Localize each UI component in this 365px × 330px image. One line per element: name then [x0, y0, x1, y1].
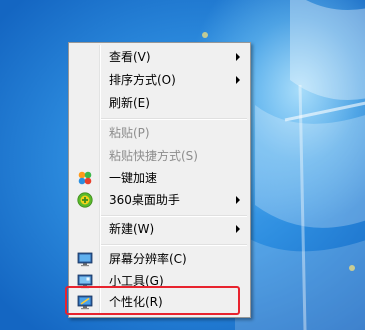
menu-separator [101, 244, 247, 246]
360-desktop-icon [77, 192, 93, 208]
menu-item-speedup[interactable]: 一键加速 [71, 167, 248, 189]
menu-item-label: 一键加速 [109, 171, 158, 185]
menu-item-label: 360桌面助手 [109, 193, 180, 207]
desktop-context-menu: 查看(V) 排序方式(O) 刷新(E) 粘贴(P) 粘贴快捷方式(S) 一键加速… [68, 42, 251, 318]
menu-item-new[interactable]: 新建(W) [71, 218, 248, 240]
speedup-icon [78, 171, 92, 185]
menu-item-label: 粘贴(P) [109, 126, 150, 140]
menu-item-label: 粘贴快捷方式(S) [109, 149, 198, 163]
menu-item-refresh[interactable]: 刷新(E) [71, 92, 248, 114]
menu-separator [101, 118, 247, 120]
menu-item-360-desktop[interactable]: 360桌面助手 [71, 189, 248, 211]
menu-separator [101, 215, 247, 217]
menu-item-view[interactable]: 查看(V) [71, 46, 248, 68]
submenu-arrow-icon [236, 76, 240, 84]
menu-item-paste[interactable]: 粘贴(P) [71, 122, 248, 144]
menu-item-label: 屏幕分辨率(C) [109, 252, 187, 266]
submenu-arrow-icon [236, 225, 240, 233]
highlight-box [65, 286, 240, 315]
menu-item-label: 查看(V) [109, 50, 151, 64]
menu-item-paste-shortcut[interactable]: 粘贴快捷方式(S) [71, 145, 248, 167]
screen-resolution-icon [77, 252, 93, 267]
submenu-arrow-icon [236, 53, 240, 61]
menu-item-label: 新建(W) [109, 222, 155, 236]
submenu-arrow-icon [236, 196, 240, 204]
menu-item-label: 排序方式(O) [109, 73, 176, 87]
menu-item-sort-by[interactable]: 排序方式(O) [71, 69, 248, 91]
menu-item-screen-resolution[interactable]: 屏幕分辨率(C) [71, 248, 248, 270]
menu-item-label: 刷新(E) [109, 96, 150, 110]
